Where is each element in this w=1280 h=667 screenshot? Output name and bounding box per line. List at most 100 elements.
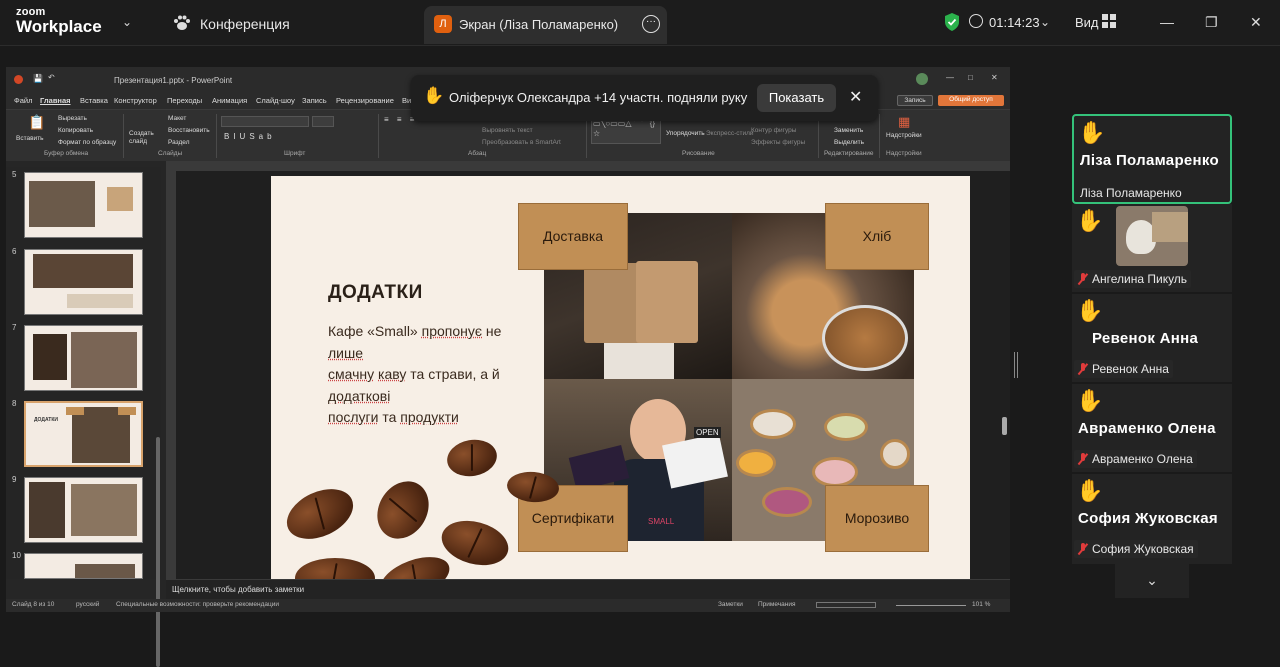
more-options-icon[interactable]: ··· xyxy=(642,15,660,33)
ribbon-separator xyxy=(216,114,217,158)
slide-thumbnail-6[interactable] xyxy=(24,249,143,315)
meeting-timer[interactable]: 01:14:23 xyxy=(989,15,1040,30)
user-avatar[interactable] xyxy=(916,73,928,85)
participant-label-text: Ревенок Анна xyxy=(1092,362,1169,376)
coffee-bean-icon xyxy=(375,548,455,579)
reset-button[interactable]: Восстановить xyxy=(168,127,210,134)
paste-icon[interactable]: 📋 xyxy=(28,114,45,131)
tag-icecream[interactable]: Морозиво xyxy=(825,485,929,552)
tag-delivery[interactable]: Доставка xyxy=(518,203,628,270)
para-text: та xyxy=(378,409,401,425)
ppt-minimize-icon[interactable]: — xyxy=(946,73,954,82)
zoom-slider[interactable] xyxy=(896,605,966,606)
participant-tile[interactable]: ✋ София Жуковская София Жуковская xyxy=(1072,474,1232,564)
font-name-select[interactable] xyxy=(221,116,309,127)
raised-hand-icon: ✋ xyxy=(1076,298,1104,323)
copy-button[interactable]: Копировать xyxy=(58,127,93,134)
app-menu-chevron-icon[interactable]: ⌄ xyxy=(122,15,132,29)
menu-design[interactable]: Конструктор xyxy=(114,96,157,105)
meeting-title: Конференция xyxy=(200,16,290,32)
slide-canvas[interactable]: ДОДАТКИ Кафе «Small» пропонує не лише сма… xyxy=(271,176,970,579)
replace-button[interactable]: Заменить xyxy=(834,127,863,134)
view-grid-icon[interactable] xyxy=(1102,14,1116,28)
shield-icon[interactable] xyxy=(943,12,961,32)
participant-tile[interactable]: ✋ Ангелина Пикуль xyxy=(1072,204,1232,292)
ppt-close-icon[interactable]: ✕ xyxy=(991,73,998,82)
addins-button[interactable]: Надстройки xyxy=(886,132,922,139)
share-tab[interactable]: Л Экран (Ліза Поламаренко) ··· xyxy=(424,6,667,44)
view-button[interactable]: Вид xyxy=(1075,15,1099,30)
slide-title[interactable]: ДОДАТКИ xyxy=(328,282,423,304)
notes-toggle[interactable]: Заметки xyxy=(718,601,743,608)
save-icon[interactable]: 💾 xyxy=(33,74,43,83)
menu-transitions[interactable]: Переходы xyxy=(167,96,202,105)
raised-hands-text: Оліферчук Олександра +14 участн. подняли… xyxy=(449,90,748,105)
shared-screen: 💾 ↶ Презентация1.pptx - PowerPoint — □ ✕… xyxy=(6,67,1010,667)
menu-insert[interactable]: Вставка xyxy=(80,96,108,105)
quick-styles-button[interactable]: Экспресс-стили xyxy=(706,130,754,137)
menu-record[interactable]: Запись xyxy=(302,96,327,105)
layout-button[interactable]: Макет xyxy=(168,115,186,122)
ppt-restore-icon[interactable]: □ xyxy=(968,73,973,82)
shape-effects-button[interactable]: Эффекты фигуры xyxy=(751,139,805,146)
thumbnails-scrollbar[interactable] xyxy=(156,437,160,667)
participant-label: София Жуковская xyxy=(1074,540,1198,558)
para-text: Кафе «Small» xyxy=(328,323,422,339)
paste-button[interactable]: Вставить xyxy=(16,135,44,142)
font-format-icons[interactable]: BIUSab xyxy=(224,132,276,141)
timer-chevron-icon[interactable]: ⌄ xyxy=(1040,15,1050,29)
participant-big-name: Ліза Поламаренко xyxy=(1080,152,1219,169)
menu-home[interactable]: Главная xyxy=(40,96,71,105)
language[interactable]: русский xyxy=(76,601,99,608)
para-word: каву xyxy=(378,366,407,382)
zoom-logo: zoom Workplace xyxy=(16,7,102,36)
editor-scrollbar[interactable] xyxy=(1002,417,1007,435)
shape-outline-button[interactable]: Контур фигуры xyxy=(751,127,796,134)
slide-paragraph[interactable]: Кафе «Small» пропонує не лише смачну каву… xyxy=(328,321,518,429)
panel-resize-handle[interactable] xyxy=(1014,352,1018,378)
participant-tile[interactable]: ✋ Ліза Поламаренко Ліза Поламаренко xyxy=(1072,114,1232,204)
accessibility-status[interactable]: Специальные возможности: проверьте реком… xyxy=(116,601,279,608)
close-banner-icon[interactable]: ✕ xyxy=(849,87,862,107)
slide-thumbnail-7[interactable] xyxy=(24,325,143,391)
participant-label: Ревенок Анна xyxy=(1074,360,1173,378)
clipboard-group-label: Буфер обмена xyxy=(44,150,89,157)
menu-animation[interactable]: Анимация xyxy=(212,96,247,105)
scroll-down-chevron-icon[interactable]: ⌄ xyxy=(1115,564,1189,598)
tag-bread[interactable]: Хліб xyxy=(825,203,929,270)
new-slide-button[interactable]: Создать слайд xyxy=(129,130,155,146)
align-text-button[interactable]: Выровнять текст xyxy=(482,127,533,134)
notes-pane[interactable]: Щелкните, чтобы добавить заметки xyxy=(166,579,1010,599)
format-painter-button[interactable]: Формат по образцу xyxy=(58,139,116,146)
menu-review[interactable]: Рецензирование xyxy=(336,96,394,105)
slide-thumbnail-8[interactable]: ДОДАТКИ xyxy=(24,401,143,467)
view-buttons[interactable] xyxy=(816,602,876,608)
raised-hand-icon: ✋ xyxy=(423,86,445,105)
share-access-button[interactable]: Общий доступ xyxy=(938,95,1004,106)
para-word: додаткові xyxy=(328,387,391,404)
slide-number: 10 xyxy=(12,551,21,560)
zoom-level[interactable]: 101 % xyxy=(972,601,990,608)
select-button[interactable]: Выделить xyxy=(834,139,864,146)
close-icon[interactable]: ✕ xyxy=(1250,14,1262,31)
record-button[interactable]: Запись xyxy=(897,95,933,106)
section-button[interactable]: Раздел xyxy=(168,139,189,146)
minimize-icon[interactable]: — xyxy=(1160,14,1174,30)
undo-icon[interactable]: ↶ xyxy=(48,73,55,82)
menu-slideshow[interactable]: Слайд-шоу xyxy=(256,96,295,105)
slide-thumbnail-10[interactable] xyxy=(24,553,143,579)
smartart-button[interactable]: Преобразовать в SmartArt xyxy=(482,139,561,146)
arrange-button[interactable]: Упорядочить xyxy=(666,130,705,137)
participant-tile[interactable]: ✋ Ревенок Анна Ревенок Анна xyxy=(1072,294,1232,382)
font-size-select[interactable] xyxy=(312,116,334,127)
cut-button[interactable]: Вырезать xyxy=(58,115,87,122)
slide-thumbnail-5[interactable] xyxy=(24,172,143,238)
restore-icon[interactable]: ❐ xyxy=(1205,14,1218,31)
show-button[interactable]: Показать xyxy=(757,84,836,112)
addins-icon[interactable]: ▦ xyxy=(898,114,910,130)
participant-label-text: Ангелина Пикуль xyxy=(1092,272,1188,286)
menu-file[interactable]: Файл xyxy=(14,96,32,105)
participant-tile[interactable]: ✋ Авраменко Олена Авраменко Олена xyxy=(1072,384,1232,472)
slide-thumbnail-9[interactable] xyxy=(24,477,143,543)
comments-toggle[interactable]: Примечания xyxy=(758,601,796,608)
